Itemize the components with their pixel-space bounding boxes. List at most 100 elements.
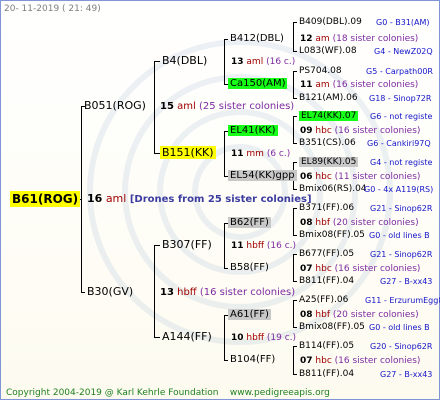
queen-name[interactable]: EL89(KK).05 [299,157,359,167]
lineage-link[interactable]: G6 - Cankiri97Q [367,138,431,150]
queen-name[interactable]: B307(FF) [162,238,212,251]
queen-node[interactable]: EL74(KK).07 [299,110,359,122]
queen-node[interactable]: B371(FF).06 [299,202,354,214]
queen-node[interactable]: Bmix08(FF).05 [299,229,365,241]
lineage-link[interactable]: G0 - 4x A119(RS) [364,184,433,196]
lineage-link[interactable]: G27 - B-xx43 [380,369,432,381]
queen-name[interactable]: EL41(KK) [228,125,278,136]
generation-unit: hbff [246,241,265,251]
connector [81,292,85,293]
queen-node[interactable]: B4(DBL) [162,55,207,67]
queen-name[interactable]: B61(ROG) [10,191,81,207]
queen-node[interactable]: EL54(KK)gpp [228,170,297,182]
queen-node[interactable]: B121(AM).06 [299,92,358,104]
queen-node[interactable]: EL41(KK) [228,125,278,137]
queen-name[interactable]: B121(AM).06 [299,93,358,103]
lineage-link[interactable]: G27 - B-xx43 [380,276,432,288]
lineage-link[interactable]: G18 - Sinop72R [369,93,431,105]
queen-name[interactable]: Bmix08(FF).05 [299,322,365,332]
queen-node[interactable]: B051(ROG) [84,100,146,112]
queen-node[interactable]: B412(DBL) [230,33,284,45]
queen-name[interactable]: B114(FF).05 [299,341,354,351]
queen-name[interactable]: B051(ROG) [84,99,146,112]
queen-name[interactable]: B811(FF).04 [299,276,354,286]
queen-node[interactable]: EL89(KK).05 [299,156,359,168]
queen-root[interactable]: B61(ROG) [10,191,81,207]
queen-node[interactable]: Bmix08(FF).05 [299,321,365,333]
connector [293,346,294,375]
generation-number: 15 [160,101,174,112]
queen-name[interactable]: Ca150(AM) [228,78,288,89]
queen-node[interactable]: Bmix06(RS).04 [299,183,367,195]
queen-name[interactable]: B677(FF).05 [299,249,354,259]
lineage-link[interactable]: G4 - NewZ02Q [374,46,433,58]
queen-node[interactable]: B409(DBL).09 [299,16,362,28]
generation-unit: hbc [315,264,332,274]
queen-node[interactable]: A61(FF) [228,309,271,321]
queen-node[interactable]: B114(FF).05 [299,340,354,352]
queen-name[interactable]: A144(FF) [162,330,212,343]
lineage-link[interactable]: G21 - Sinop62R [370,249,432,261]
queen-name[interactable]: B409(DBL).09 [299,17,362,27]
connector [224,39,225,85]
queen-name[interactable]: EL74(KK).07 [299,111,359,121]
lineage-link[interactable]: G6 - not registe [370,111,432,123]
lineage-link[interactable]: G20 - Sinop62R [370,341,432,353]
lineage-link[interactable]: G4 - not registe [370,157,432,169]
queen-name[interactable]: B351(CS).06 [299,138,356,148]
queen-name[interactable]: B412(DBL) [230,33,284,44]
drone-info: 15 aml (25 sister colonies) [160,101,294,113]
queen-name[interactable]: L083(WF).08 [299,46,357,56]
queen-node[interactable]: A25(FF).06 [299,294,348,306]
queen-name[interactable]: B62(FF) [228,217,271,228]
queen-name[interactable]: B104(FF) [230,354,275,365]
sister-colonies: (16 sister colonies) [334,126,421,136]
queen-name[interactable]: B811(FF).04 [299,369,354,379]
lineage-link[interactable]: G0 - old lines B [369,322,430,334]
queen-node[interactable]: Ca150(AM) [228,78,288,90]
queen-name[interactable]: PS704.08 [299,66,342,76]
sister-colonies: (20 sister colonies) [332,310,419,320]
queen-name[interactable]: B151(KK) [160,146,216,159]
connector [293,71,294,99]
lineage-link[interactable]: G11 - ErzurumEgg8 [365,295,440,307]
sister-colonies: (20 sister colonies) [332,218,419,228]
queen-node[interactable]: B811(FF).04 [299,275,354,287]
lineage-link[interactable]: G5 - Carpath00R [366,66,433,78]
sister-colonies: (16 sister colonies) [332,80,419,90]
queen-node[interactable]: B62(FF) [228,217,271,229]
connector [293,374,297,375]
sister-colonies: (16 c.) [266,241,297,251]
queen-node[interactable]: B307(FF) [162,239,212,251]
queen-name[interactable]: A61(FF) [228,309,271,320]
queen-node[interactable]: B351(CS).06 [299,137,356,149]
queen-node[interactable]: A144(FF) [162,331,212,343]
lineage-link[interactable]: G0 - old lines B [369,230,430,242]
connector [293,346,297,347]
connector [293,281,297,282]
site-link[interactable]: www.pedigreeapis.org [230,388,330,398]
queen-name[interactable]: B371(FF).06 [299,203,354,213]
drone-info: 07 hbc (16 sister colonies) [300,355,420,367]
queen-node[interactable]: B104(FF) [230,354,275,366]
lineage-link[interactable]: G0 - B31(AM) [376,17,430,29]
queen-name[interactable]: EL54(KK)gpp [228,170,297,181]
queen-name[interactable]: B30(GV) [87,285,133,298]
queen-node[interactable]: B58(FF) [230,262,269,274]
lineage-link[interactable]: G21 - Sinop62R [370,203,432,215]
queen-name[interactable]: Bmix06(RS).04 [299,184,367,194]
connector [293,51,297,52]
queen-node[interactable]: B151(KK) [160,146,216,159]
connector [224,131,225,177]
queen-node[interactable]: L083(WF).08 [299,45,357,57]
queen-name[interactable]: B4(DBL) [162,54,207,67]
queen-name[interactable]: A25(FF).06 [299,295,348,305]
connector [293,22,297,23]
queen-name[interactable]: B58(FF) [230,262,269,273]
queen-node[interactable]: PS704.08 [299,65,342,77]
queen-name[interactable]: Bmix08(FF).05 [299,230,365,240]
queen-node[interactable]: B811(FF).04 [299,368,354,380]
queen-node[interactable]: B677(FF).05 [299,248,354,260]
connector [293,254,294,282]
queen-node[interactable]: B30(GV) [87,286,133,298]
